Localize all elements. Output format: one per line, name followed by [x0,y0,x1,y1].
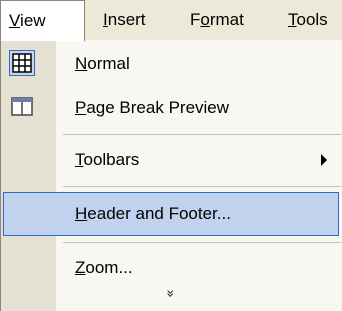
menu-item-header-and-footer[interactable]: Header and Footer... [3,192,339,236]
submenu-arrow-icon [321,154,327,166]
menu-tools[interactable]: Tools [288,0,328,40]
menu-tools-label: ools [296,10,328,29]
menu-insert[interactable]: Insert [103,0,146,40]
menu-item-zoom-label: Zoom... [75,258,133,277]
menu-item-toolbars[interactable]: Toolbars [1,138,341,182]
menu-item-normal-label: Normal [75,54,130,73]
menu-tools-accelerator: T [288,10,297,29]
expand-menu-chevron-icon[interactable]: » [162,289,178,295]
menu-bar: View Insert Format Tools [0,0,342,41]
menu-format[interactable]: Format [190,0,244,40]
menu-view-label: iew [20,11,46,30]
view-dropdown-menu: Normal Page Break Preview Toolbars Heade… [0,40,342,311]
menu-format-prefix: F [190,10,201,29]
menu-separator [63,134,341,135]
page-break-preview-icon [9,94,35,120]
menu-separator [63,242,341,243]
menu-item-zoom[interactable]: Zoom... [1,246,341,290]
menu-separator [63,186,341,187]
normal-view-icon [9,50,35,76]
menu-view-accelerator: V [9,11,21,30]
menu-format-accelerator: o [200,10,210,29]
menu-format-label: rmat [209,10,244,29]
menu-item-header-and-footer-label: Header and Footer... [75,204,231,223]
menu-item-page-break-preview[interactable]: Page Break Preview [1,86,341,130]
menu-view[interactable]: View [0,0,85,41]
menu-item-toolbars-label: Toolbars [75,150,140,169]
menu-item-page-break-preview-label: Page Break Preview [75,98,230,117]
menu-insert-label: nsert [107,10,146,29]
menu-item-normal[interactable]: Normal [1,42,341,86]
